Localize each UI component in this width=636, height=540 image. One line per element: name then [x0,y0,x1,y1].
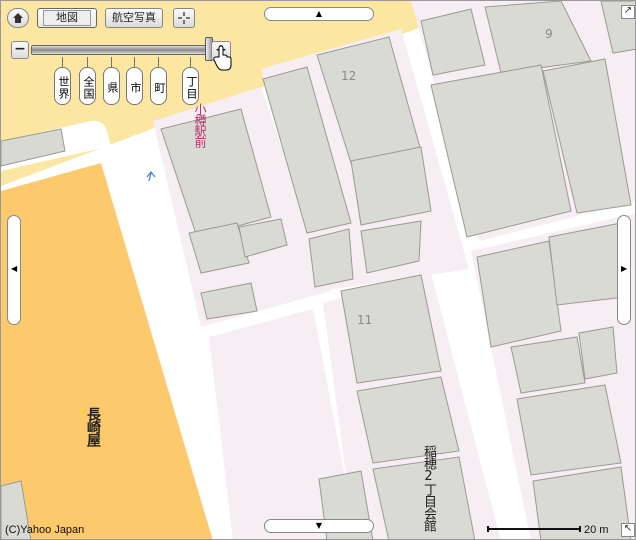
building [476,240,562,348]
zoom-tick [134,57,135,67]
block-number-9: 9 [545,27,553,41]
block-number-11: 11 [357,313,373,327]
copyright-text: (C)Yahoo Japan [5,524,85,536]
zoom-level-world[interactable]: 世界 [54,67,71,105]
station-label[interactable]: 小樽駅前 [192,103,209,147]
pan-up-button[interactable]: ▲ [264,7,374,21]
expand-icon[interactable]: ↗ [621,5,635,19]
building [308,228,354,288]
crosshair-button[interactable] [173,8,195,28]
crosshair-icon [178,12,190,24]
building [548,222,626,306]
pan-left-button[interactable]: ◀ [7,215,21,325]
zoom-tick [87,57,88,67]
map-mode-button[interactable]: 地図 [37,8,97,28]
chevron-left-icon: ◀ [11,264,18,273]
zoom-tick [111,57,112,67]
zoom-tick [158,57,159,67]
map-canvas[interactable] [1,1,636,540]
resize-icon[interactable]: ↖ [621,523,635,537]
building [356,376,460,464]
zoom-level-town[interactable]: 町 [150,67,167,105]
pan-right-button[interactable]: ▶ [617,215,631,325]
map-mode-label: 地図 [43,10,91,26]
building [516,384,622,476]
chevron-right-icon: ▶ [621,264,628,273]
zoom-tick [190,57,191,67]
hall-label[interactable]: 稲穂2丁目会館 [419,445,438,539]
scale-label: 20 m [584,524,609,536]
zoom-tick [62,57,63,67]
zoom-slider-track[interactable] [31,45,211,55]
building [350,146,432,226]
zoom-level-country[interactable]: 全国 [79,67,96,105]
pan-down-button[interactable]: ▼ [264,519,374,533]
home-icon [13,13,23,23]
map-view[interactable]: 9 12 11 小樽駅前 長崎屋 稲穂2丁目会館 地図 航空写真 ▲ ▼ ◀ ▶… [0,0,636,540]
building [578,326,618,380]
zoom-level-block[interactable]: 丁目 [182,67,199,105]
aerial-photo-button[interactable]: 航空写真 [105,8,163,28]
store-label[interactable]: 長崎屋 [83,407,103,446]
block-number-12: 12 [341,69,357,83]
building [510,336,586,394]
scale-bar [487,526,581,532]
home-button[interactable] [7,8,29,28]
zoom-level-city[interactable]: 市 [126,67,143,105]
zoom-level-prefecture[interactable]: 県 [103,67,120,105]
zoom-out-button[interactable]: − [11,41,29,59]
hand-cursor-icon [213,45,232,71]
